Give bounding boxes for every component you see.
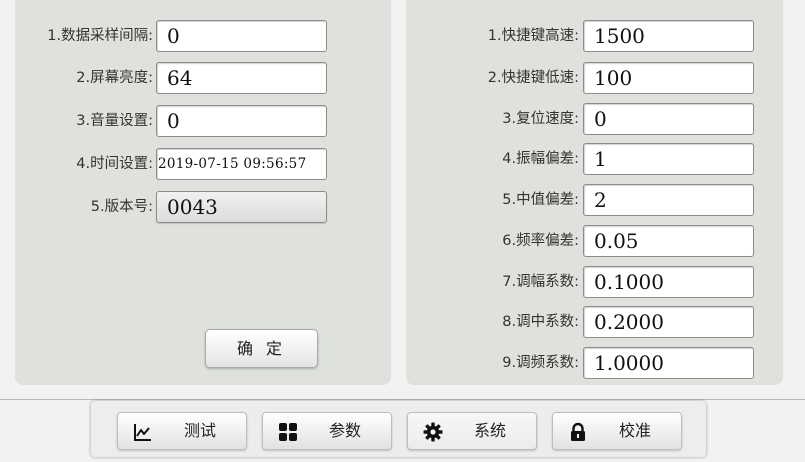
parameter-panel: 1.快捷键高速: 1500 2.快捷键低速: 100 3.复位速度: 0 4.振…: [406, 0, 783, 385]
confirm-button[interactable]: 确 定: [205, 329, 318, 368]
settings-screen: 1.数据采样间隔: 0 2.屏幕亮度: 64 3.音量设置: 0 4.时间设置:…: [0, 0, 805, 462]
nav-test-button[interactable]: 测试: [117, 412, 247, 450]
nav-parameters-button[interactable]: 参数: [262, 412, 392, 450]
hotkey-high-speed-label: 1.快捷键高速:: [487, 28, 579, 44]
brightness-input[interactable]: 64: [156, 62, 327, 94]
median-coefficient-input[interactable]: 0.2000: [583, 306, 754, 338]
frequency-coefficient-label: 9.调频系数:: [502, 355, 579, 371]
amplitude-deviation-input[interactable]: 1: [583, 143, 754, 175]
amplitude-coefficient-input[interactable]: 0.1000: [583, 266, 754, 298]
bottom-nav: 测试 参数 系统 校准: [91, 401, 706, 457]
gear-icon: [423, 422, 443, 442]
frequency-coefficient-input[interactable]: 1.0000: [583, 347, 754, 379]
time-setting-label: 4.时间设置:: [76, 156, 153, 172]
frequency-deviation-label: 6.频率偏差:: [502, 233, 579, 249]
hotkey-high-speed-input[interactable]: 1500: [583, 20, 754, 52]
median-coefficient-label: 8.调中系数:: [502, 314, 579, 330]
frequency-deviation-input[interactable]: 0.05: [583, 225, 754, 257]
nav-system-label: 系统: [473, 421, 506, 440]
nav-calibration-label: 校准: [618, 421, 651, 440]
sampling-interval-input[interactable]: 0: [156, 20, 327, 52]
nav-test-label: 测试: [183, 421, 216, 440]
time-setting-input[interactable]: 2019-07-15 09:56:57: [156, 148, 327, 180]
lock-icon: [571, 422, 585, 441]
brightness-label: 2.屏幕亮度:: [76, 70, 153, 86]
line-chart-icon: [134, 424, 151, 441]
volume-label: 3.音量设置:: [76, 113, 153, 129]
amplitude-coefficient-label: 7.调幅系数:: [502, 274, 579, 290]
hotkey-low-speed-input[interactable]: 100: [583, 62, 754, 94]
hotkey-low-speed-label: 2.快捷键低速:: [487, 70, 579, 86]
version-label: 5.版本号:: [90, 199, 153, 215]
nav-system-button[interactable]: 系统: [407, 412, 537, 450]
version-value: 0043: [156, 191, 327, 223]
sampling-interval-label: 1.数据采样间隔:: [47, 28, 153, 44]
nav-calibration-button[interactable]: 校准: [552, 412, 682, 450]
median-deviation-label: 5.中值偏差:: [502, 192, 579, 208]
reset-speed-input[interactable]: 0: [583, 103, 754, 135]
grid-icon: [279, 423, 297, 441]
amplitude-deviation-label: 4.振幅偏差:: [502, 151, 579, 167]
volume-input[interactable]: 0: [156, 105, 327, 137]
median-deviation-input[interactable]: 2: [583, 184, 754, 216]
divider: [0, 399, 805, 400]
system-settings-panel: 1.数据采样间隔: 0 2.屏幕亮度: 64 3.音量设置: 0 4.时间设置:…: [15, 0, 391, 385]
reset-speed-label: 3.复位速度:: [502, 111, 579, 127]
nav-parameters-label: 参数: [328, 421, 361, 440]
